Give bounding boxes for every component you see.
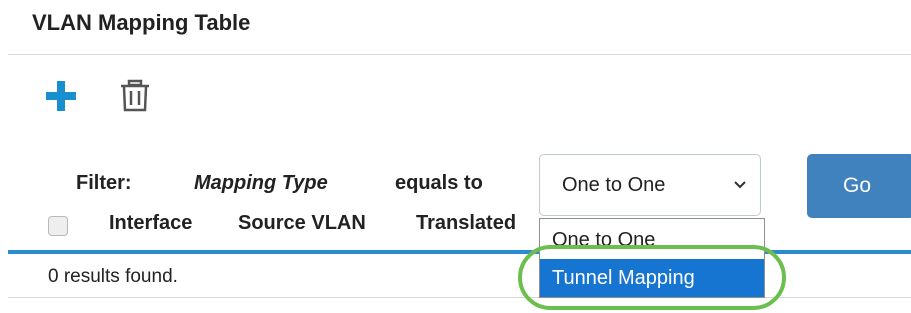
trash-icon: [121, 79, 149, 112]
chevron-down-icon: [734, 181, 746, 189]
page-title: VLAN Mapping Table: [32, 10, 251, 35]
select-current-value: One to One: [562, 174, 666, 196]
delete-button[interactable]: [118, 79, 152, 113]
select-all-checkbox[interactable]: [48, 216, 68, 236]
title-divider: [8, 54, 911, 55]
table-header-rule: [8, 250, 911, 254]
add-button[interactable]: [44, 79, 78, 113]
column-header-translated[interactable]: Translated: [416, 212, 516, 235]
option-tunnel-mapping[interactable]: Tunnel Mapping: [540, 259, 764, 297]
filter-operator: equals to: [395, 172, 483, 194]
plus-icon: [46, 81, 76, 111]
filter-field-name: Mapping Type: [194, 172, 328, 194]
results-count: 0 results found.: [48, 266, 178, 287]
mapping-type-options: One to One Tunnel Mapping: [539, 218, 765, 298]
column-header-interface[interactable]: Interface: [109, 212, 192, 235]
mapping-type-select[interactable]: One to One: [539, 154, 761, 216]
column-header-source-vlan[interactable]: Source VLAN: [238, 212, 366, 235]
go-button[interactable]: Go: [807, 154, 911, 218]
table-bottom-divider: [8, 297, 911, 298]
go-button-label: Go: [842, 174, 871, 197]
option-one-to-one[interactable]: One to One: [540, 221, 764, 259]
filter-label: Filter:: [76, 172, 132, 194]
